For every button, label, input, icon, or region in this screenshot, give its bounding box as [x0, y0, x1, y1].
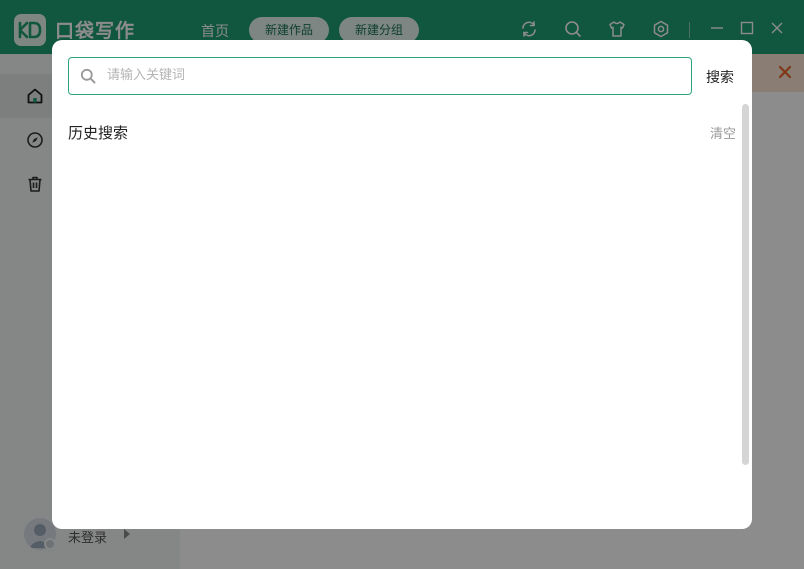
clear-history-button[interactable]: 清空 — [710, 123, 736, 142]
search-icon — [80, 68, 96, 84]
history-title: 历史搜索 — [68, 124, 129, 142]
search-dialog: 搜索 历史搜索 清空 — [52, 40, 752, 529]
scrollbar[interactable] — [742, 104, 749, 465]
search-field[interactable] — [68, 57, 692, 95]
search-input[interactable] — [107, 58, 685, 93]
search-button[interactable]: 搜索 — [706, 67, 734, 87]
